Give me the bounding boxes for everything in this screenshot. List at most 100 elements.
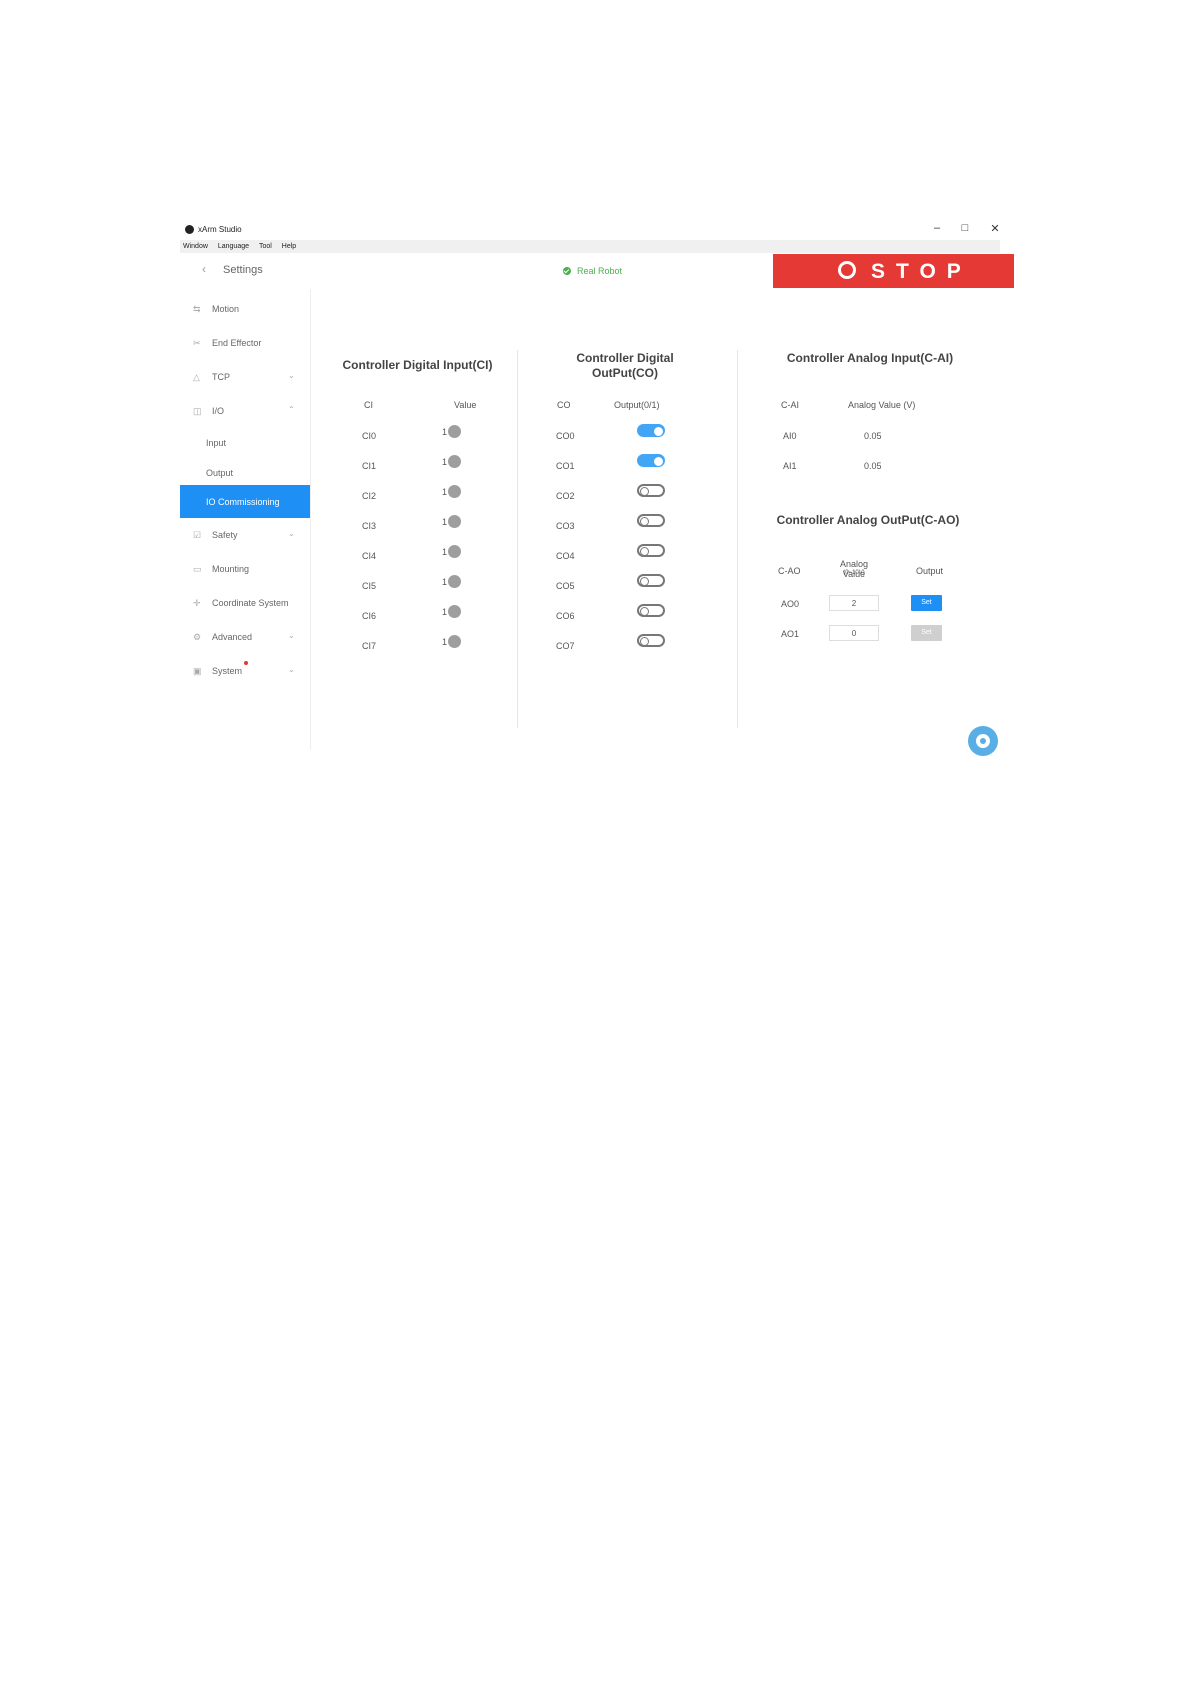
advanced-icon: ⚙: [193, 632, 202, 642]
sidebar-item-label: Safety: [212, 530, 238, 540]
ci-value: 1: [442, 457, 448, 467]
ci-indicator: [448, 515, 461, 528]
co-output-toggle[interactable]: [637, 424, 665, 437]
settings-fab[interactable]: [968, 726, 998, 756]
output-column-header: Output(0/1): [614, 400, 660, 410]
back-arrow-icon[interactable]: ‹: [202, 262, 206, 276]
ai-value: 0.05: [864, 431, 882, 441]
menu-bar: Window Language Tool Help: [180, 240, 1000, 253]
page-title: Settings: [223, 264, 263, 276]
ai-value: 0.05: [864, 461, 882, 471]
menu-language[interactable]: Language: [218, 240, 249, 253]
coordinate-icon: ✛: [193, 598, 201, 608]
end-effector-icon: ✂: [193, 338, 201, 348]
sidebar-item-label: End Effector: [212, 338, 262, 348]
sidebar-item-safety[interactable]: ☑ Safety ⌄: [180, 523, 310, 547]
value-column-header: Value: [454, 400, 477, 410]
cao-column-header: C-AO: [778, 566, 801, 576]
minimize-button[interactable]: –: [930, 222, 944, 234]
co-output-toggle[interactable]: [637, 514, 665, 527]
maximize-button[interactable]: □: [958, 222, 972, 234]
sidebar-item-mounting[interactable]: ▭ Mounting: [180, 557, 310, 581]
ao-set-button[interactable]: Set: [911, 625, 942, 641]
chevron-down-icon: ⌄: [288, 371, 295, 380]
toggle-knob: [640, 577, 649, 586]
ao-value-input[interactable]: 0: [829, 625, 879, 641]
sidebar-item-system[interactable]: ▣ System ⌄: [180, 659, 310, 683]
co-output-toggle[interactable]: [637, 544, 665, 557]
toggle-knob: [654, 457, 663, 466]
io-icon: ◫: [193, 406, 202, 416]
co-row-label: CO5: [556, 581, 575, 591]
menu-window[interactable]: Window: [183, 240, 208, 253]
stop-button[interactable]: STOP: [773, 254, 1014, 288]
sidebar-item-label: Mounting: [212, 564, 250, 574]
ci-row-label: CI3: [362, 521, 377, 531]
sidebar-item-io[interactable]: ◫ I/O ⌃: [180, 399, 310, 423]
toggle-knob: [640, 637, 649, 646]
ci-indicator: [448, 545, 461, 558]
ci-row-label: CI5: [362, 581, 377, 591]
sidebar-item-input[interactable]: Input: [180, 431, 310, 455]
co-output-toggle[interactable]: [637, 604, 665, 617]
menu-help[interactable]: Help: [282, 240, 296, 253]
co-output-toggle[interactable]: [637, 634, 665, 647]
co-output-toggle[interactable]: [637, 574, 665, 587]
ci-row-label: CI6: [362, 611, 377, 621]
ci-row-label: CI7: [362, 641, 377, 651]
sidebar-item-output[interactable]: Output: [180, 461, 310, 485]
co-row-label: CO0: [556, 431, 575, 441]
ao-value-input[interactable]: 2: [829, 595, 879, 611]
toggle-knob: [640, 607, 649, 616]
co-section-title: Controller Digital OutPut(CO): [576, 351, 674, 380]
app-window: xArm Studio – □ ✕ Window Language Tool H…: [180, 220, 1014, 756]
ai-row-label: AI0: [783, 431, 797, 441]
ci-row-label: CI2: [362, 491, 377, 501]
sidebar-item-end-effector[interactable]: ✂ End Effector: [180, 331, 310, 355]
ci-row-label: CI0: [362, 431, 377, 441]
ci-value: 1: [442, 637, 448, 647]
sidebar-item-io-commissioning[interactable]: IO Commissioning: [180, 485, 310, 518]
sidebar-item-advanced[interactable]: ⚙ Advanced ⌄: [180, 625, 310, 649]
close-button[interactable]: ✕: [988, 222, 1002, 235]
sidebar-item-tcp[interactable]: △ TCP ⌄: [180, 365, 310, 389]
ci-row-label: CI1: [362, 461, 377, 471]
menu-tool[interactable]: Tool: [259, 240, 272, 253]
co-output-toggle[interactable]: [637, 484, 665, 497]
co-row-label: CO4: [556, 551, 575, 561]
column-divider: [737, 350, 738, 728]
ci-indicator: [448, 485, 461, 498]
toggle-knob: [640, 487, 649, 496]
ao-set-button[interactable]: Set: [911, 595, 942, 611]
chevron-up-icon: ⌃: [288, 405, 295, 414]
sidebar-item-label: Input: [206, 438, 227, 448]
ci-section-title: Controller Digital Input(CI): [342, 358, 493, 372]
co-row-label: CO1: [556, 461, 575, 471]
mounting-icon: ▭: [193, 564, 202, 574]
ao-row-label: AO1: [781, 629, 800, 639]
sidebar-item-coordinate-system[interactable]: ✛ Coordinate System: [180, 591, 310, 615]
co-row-label: CO7: [556, 641, 575, 651]
ci-indicator: [448, 425, 461, 438]
ci-value: 1: [442, 547, 448, 557]
cai-column-header: C-AI: [781, 400, 799, 410]
ci-value: 1: [442, 427, 448, 437]
sidebar-item-label: System: [212, 666, 243, 676]
system-icon: ▣: [193, 666, 202, 676]
sidebar-item-label: Advanced: [212, 632, 253, 642]
column-divider: [517, 350, 518, 728]
ci-value: 1: [442, 487, 448, 497]
ci-row-label: CI4: [362, 551, 377, 561]
sidebar-item-label: Output: [206, 468, 234, 478]
output-column-header: Output: [916, 566, 944, 576]
chevron-down-icon: ⌄: [288, 665, 295, 674]
title-bar: xArm Studio – □ ✕: [180, 220, 1010, 240]
co-column-header: CO: [557, 400, 571, 410]
analog-value-column-header: Analog Value (V): [848, 400, 916, 410]
notification-dot: [244, 661, 248, 665]
chevron-down-icon: ⌄: [288, 529, 295, 538]
status-text: Real Robot: [577, 266, 623, 276]
co-output-toggle[interactable]: [637, 454, 665, 467]
ci-value: 1: [442, 577, 448, 587]
sidebar-item-motion[interactable]: ⇆ Motion: [180, 297, 310, 321]
